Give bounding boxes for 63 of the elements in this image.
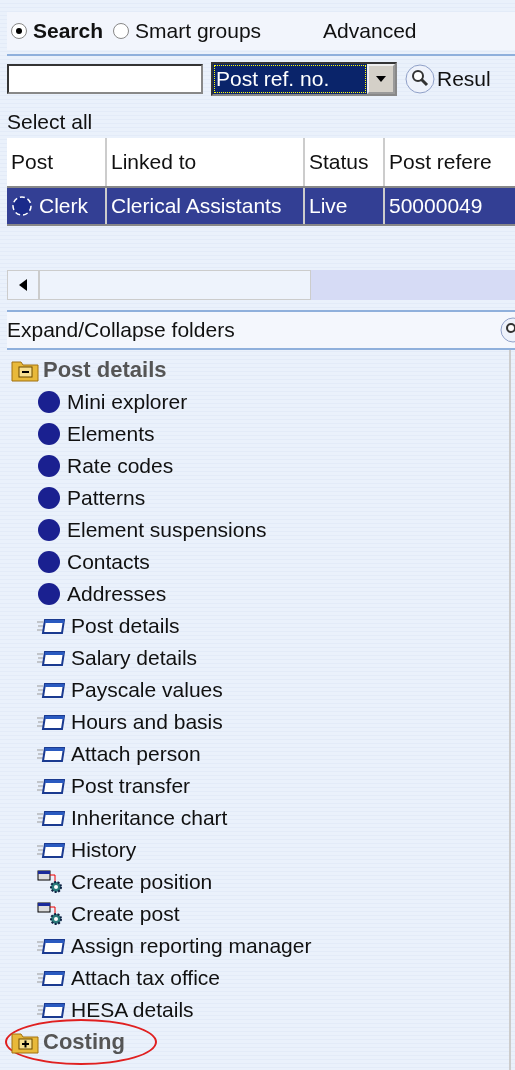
tree-item[interactable]: Create position xyxy=(71,870,213,894)
tree-item[interactable]: Mini explorer xyxy=(67,390,188,414)
search-mode-radio[interactable]: Search xyxy=(7,19,104,43)
tree-item[interactable]: Element suspensions xyxy=(67,518,267,542)
dot-icon xyxy=(37,518,61,542)
tree-item[interactable]: HESA details xyxy=(71,998,194,1022)
folder-label[interactable]: Post details xyxy=(43,357,167,383)
tree-item[interactable]: Hours and basis xyxy=(71,710,223,734)
left-arrow-icon[interactable] xyxy=(19,279,27,291)
form-icon xyxy=(37,712,65,732)
tree-item[interactable]: Inheritance chart xyxy=(71,806,228,830)
tree-item[interactable]: Post transfer xyxy=(71,774,191,798)
column-header[interactable]: Post refere xyxy=(385,138,515,186)
form-icon xyxy=(37,776,65,796)
table-cell: 50000049 xyxy=(389,194,483,218)
caret-icon[interactable] xyxy=(376,76,386,82)
results-button[interactable]: Resul xyxy=(437,67,491,91)
tree-item[interactable]: Payscale values xyxy=(71,678,223,702)
form-icon xyxy=(37,968,65,988)
tree-item[interactable]: Elements xyxy=(67,422,155,446)
table-cell: Live xyxy=(309,194,348,218)
dot-icon xyxy=(37,486,61,510)
tree-item[interactable]: Addresses xyxy=(67,582,167,606)
tree-item[interactable]: History xyxy=(71,838,137,862)
tree-item[interactable]: Rate codes xyxy=(67,454,174,478)
gear-icon xyxy=(37,869,65,895)
folder-icon[interactable] xyxy=(11,1030,39,1054)
dot-icon xyxy=(37,390,61,414)
form-icon xyxy=(37,1000,65,1020)
tree-item[interactable]: Attach tax office xyxy=(71,966,221,990)
advanced-link[interactable]: Advanced xyxy=(323,19,417,43)
form-icon xyxy=(37,936,65,956)
dot-icon xyxy=(37,422,61,446)
form-icon xyxy=(37,808,65,828)
dot-icon xyxy=(37,454,61,478)
search-field[interactable] xyxy=(7,64,203,94)
folder-icon[interactable] xyxy=(11,358,39,382)
search-mode-radio[interactable]: Smart groups xyxy=(109,19,262,43)
table-row[interactable]: Clerk Clerical Assistants Live 50000049 xyxy=(7,186,515,226)
folder-label[interactable]: Costing xyxy=(43,1029,125,1055)
select-all-link[interactable]: Select all xyxy=(7,106,515,138)
gear-icon xyxy=(37,901,65,927)
tree-item[interactable]: Patterns xyxy=(67,486,146,510)
form-icon xyxy=(37,840,65,860)
form-icon xyxy=(37,744,65,764)
tree-item[interactable]: Attach person xyxy=(71,742,201,766)
tree-item[interactable]: Create post xyxy=(71,902,180,926)
form-icon xyxy=(37,616,65,636)
tree-item[interactable]: Assign reporting manager xyxy=(71,934,312,958)
dot-icon xyxy=(37,582,61,606)
table-cell: Clerk xyxy=(39,194,88,218)
search-icon[interactable] xyxy=(499,316,515,344)
tree-item[interactable]: Contacts xyxy=(67,550,150,574)
form-icon xyxy=(37,680,65,700)
search-icon[interactable] xyxy=(405,64,435,94)
circle-icon xyxy=(11,195,33,217)
tree-item[interactable]: Salary details xyxy=(71,646,198,670)
search-field-dropdown[interactable]: Post ref. no. xyxy=(211,62,397,96)
horizontal-scrollbar[interactable] xyxy=(7,270,515,300)
table-cell: Clerical Assistants xyxy=(111,194,282,218)
form-icon xyxy=(37,648,65,668)
tree-item[interactable]: Post details xyxy=(71,614,180,638)
dot-icon xyxy=(37,550,61,574)
